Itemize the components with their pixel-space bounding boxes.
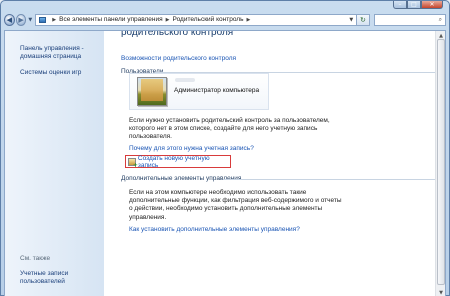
create-account-link[interactable]: Создать новую учетную запись xyxy=(138,155,230,169)
page-title: родительского контроля xyxy=(121,30,234,38)
refresh-button[interactable]: ↻ xyxy=(357,13,370,26)
minimize-button[interactable]: – xyxy=(393,1,407,9)
address-dropdown-icon[interactable]: ▼ xyxy=(346,17,356,23)
additional-line: о действии, необходимо установить дополн… xyxy=(129,205,323,213)
address-bar[interactable]: ▶ Все элементы панели управления ▶ Родит… xyxy=(35,13,358,26)
additional-line: Если на этом компьютере необходимо испол… xyxy=(129,189,307,196)
breadcrumb-all-items[interactable]: Все элементы панели управления xyxy=(59,16,163,23)
sidebar-link-game-ratings[interactable]: Системы оценки игр xyxy=(20,68,81,77)
window-controls: – □ ✕ xyxy=(393,1,443,9)
chevron-right-icon[interactable]: ▶ xyxy=(246,17,250,23)
main-content: родительского контроля Возможности родит… xyxy=(111,31,436,296)
client-area: Панель управления - домашняя страница Си… xyxy=(4,30,446,296)
title-bar: – □ ✕ xyxy=(1,1,449,11)
search-icon[interactable]: ⌕ xyxy=(439,16,442,24)
close-button[interactable]: ✕ xyxy=(421,1,443,9)
chevron-right-icon[interactable]: ▶ xyxy=(166,17,170,23)
vertical-scrollbar[interactable]: ▲ ▼ xyxy=(435,31,445,296)
section-divider xyxy=(223,179,435,180)
recent-pages-dropdown[interactable]: ▼ xyxy=(28,17,32,23)
user-caption-placeholder xyxy=(175,78,195,82)
sidebar-link-user-accounts-cont[interactable]: пользователей xyxy=(20,277,65,286)
additional-paragraph: Если на этом компьютере необходимо испол… xyxy=(129,189,429,222)
navigation-bar: ◀ ▶ ▼ ▶ Все элементы панели управления ▶… xyxy=(4,12,446,27)
add-user-icon xyxy=(128,157,138,169)
user-account-tile[interactable]: Администратор компьютера xyxy=(129,73,269,110)
additional-line: управления. xyxy=(129,213,167,221)
maximize-button[interactable]: □ xyxy=(407,1,421,9)
see-also-title: См. также xyxy=(20,255,51,262)
why-account-link[interactable]: Почему для этого нужна учетная запись? xyxy=(129,145,254,152)
info-line: пользователя. xyxy=(129,133,172,141)
window-frame: – □ ✕ ◀ ▶ ▼ ▶ Все элементы панели управл… xyxy=(0,0,450,296)
info-line: которого нет в этом списке, создайте для… xyxy=(129,125,318,133)
scrollbar-thumb[interactable] xyxy=(437,39,445,285)
chevron-right-icon[interactable]: ▶ xyxy=(52,17,56,23)
control-panel-icon xyxy=(39,16,47,23)
create-account-highlight[interactable]: Создать новую учетную запись xyxy=(125,155,231,169)
sidebar-link-home-cont[interactable]: домашняя страница xyxy=(20,52,81,61)
user-avatar xyxy=(137,77,167,106)
scroll-down-icon[interactable]: ▼ xyxy=(436,288,445,296)
avatar-image xyxy=(141,79,163,101)
sidebar: Панель управления - домашняя страница Си… xyxy=(5,31,104,296)
install-controls-link[interactable]: Как установить дополнительные элементы у… xyxy=(129,226,300,233)
forward-button[interactable]: ▶ xyxy=(15,13,27,26)
info-paragraph: Если нужно установить родительский контр… xyxy=(129,117,429,142)
info-line: Если нужно установить родительский контр… xyxy=(129,117,330,124)
breadcrumb-parental-controls[interactable]: Родительский контроль xyxy=(173,16,244,23)
user-name: Администратор компьютера xyxy=(174,87,260,94)
back-button[interactable]: ◀ xyxy=(4,13,15,26)
features-link[interactable]: Возможности родительского контроля xyxy=(121,55,236,62)
search-input[interactable]: ⌕ xyxy=(373,13,446,26)
